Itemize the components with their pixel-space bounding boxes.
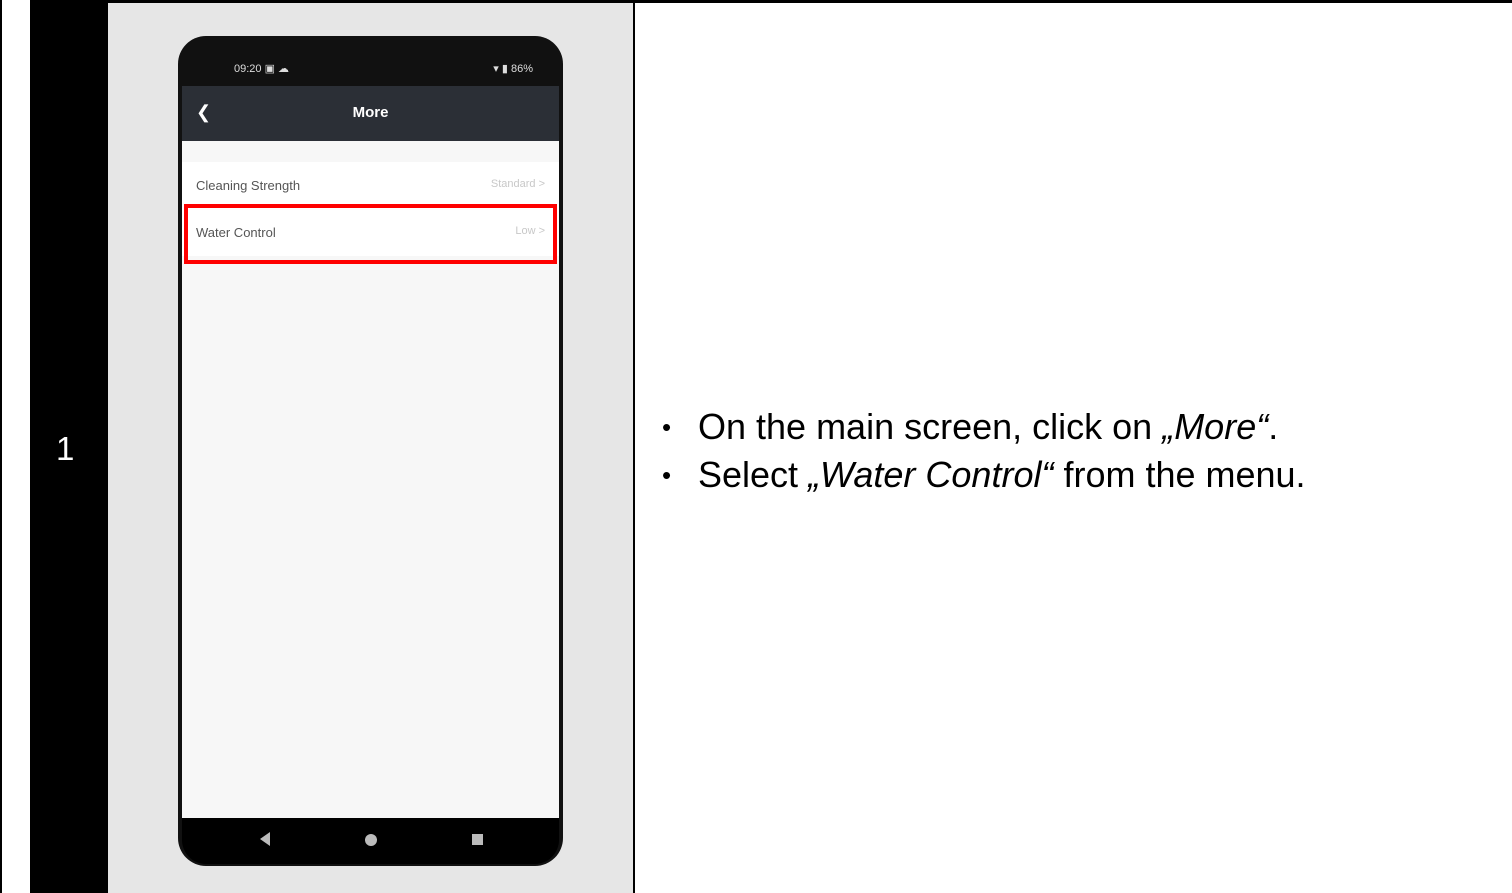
menu-item-value: Standard >	[490, 178, 545, 190]
instruction-item: • Select „Water Control“ from the menu.	[662, 451, 1306, 499]
nav-recents-icon[interactable]	[472, 834, 483, 845]
instruction-text: from the menu.	[1053, 454, 1306, 495]
nav-home-icon[interactable]	[365, 834, 377, 846]
instruction-emphasis: „More“	[1162, 406, 1269, 447]
menu-item-label: Cleaning Strength	[196, 178, 301, 193]
app-header: ❮ More	[182, 86, 559, 141]
bullet-icon: •	[662, 412, 672, 442]
status-time: 09:20 ▣ ☁	[234, 63, 290, 75]
highlight-box	[184, 204, 557, 264]
bullet-icon: •	[662, 460, 672, 490]
menu-item-cleaning-strength[interactable]: Cleaning Strength Standard >	[182, 162, 559, 209]
instruction-text: Select	[698, 454, 809, 495]
status-bar: 09:20 ▣ ☁ ▾ ▮ 86%	[178, 36, 563, 86]
step-number: 1	[56, 430, 75, 467]
page-title: More	[352, 104, 389, 121]
instruction-list: • On the main screen, click on „More“. • S…	[662, 403, 1306, 499]
instruction-item: • On the main screen, click on „More“.	[662, 403, 1306, 451]
instruction-text: .	[1268, 406, 1279, 447]
instruction-emphasis: „Water Control“	[808, 454, 1054, 495]
instruction-text: On the main screen, click on	[698, 406, 1163, 447]
status-indicators: ▾ ▮ 86%	[493, 63, 533, 75]
table-left-margin	[0, 0, 32, 893]
android-nav-bar	[182, 818, 559, 864]
nav-back-icon[interactable]	[260, 832, 270, 846]
